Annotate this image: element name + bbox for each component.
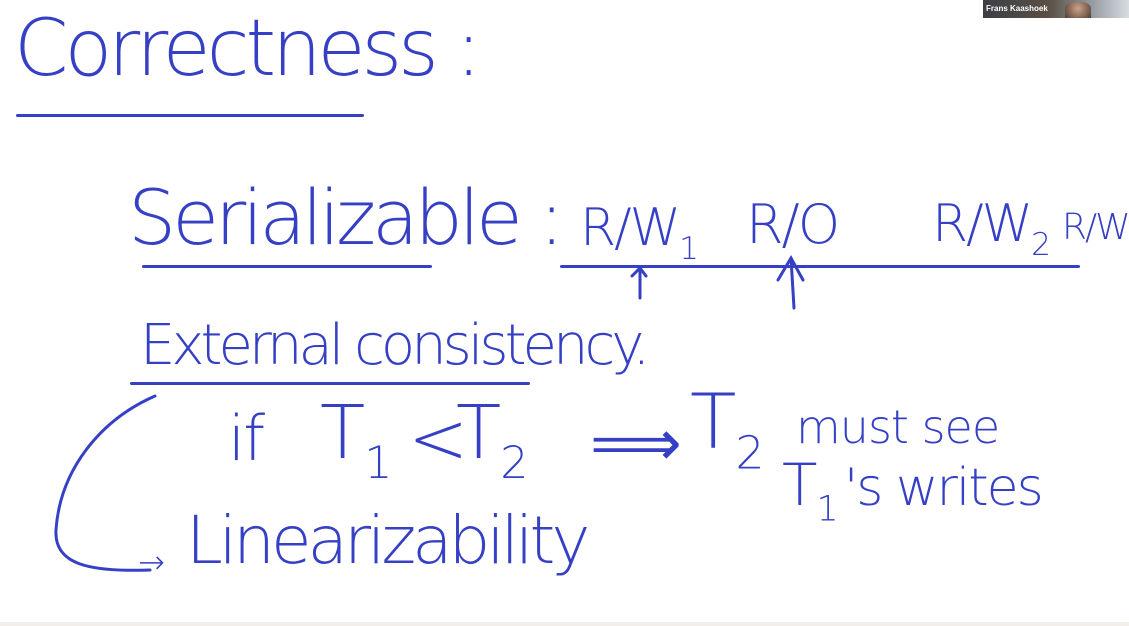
timeline-rw1-sub: 1 — [679, 231, 699, 268]
timeline-ro: R/O — [746, 193, 840, 256]
rw1-arrow-icon — [630, 265, 648, 300]
timeline-rw1-text: R/W — [580, 198, 681, 258]
participant-avatar — [1065, 2, 1091, 18]
serializable-label: Serializable : — [128, 173, 565, 262]
external-consistency-label: External consistency. — [140, 313, 650, 378]
bottom-strip — [0, 622, 1129, 626]
serializable-underline — [142, 265, 432, 268]
rule-t2-sub: 2 — [500, 437, 528, 489]
title-underline — [16, 114, 364, 117]
linearizability-label: Linearizability — [186, 502, 590, 579]
participant-video-thumbnail[interactable]: Frans Kaashoek — [983, 0, 1129, 18]
whiteboard-canvas: Correctness : Serializable : R/W1 R/O R/… — [0, 0, 1129, 626]
rule-t2: T2 — [456, 396, 528, 489]
timeline-rw2-sub: 2 — [1031, 227, 1051, 264]
rule-t1: T1 — [320, 396, 392, 489]
rule-t1b-sub: 1 — [816, 489, 838, 530]
title-correctness: Correctness : — [14, 4, 482, 94]
rule-t1-sub: 1 — [364, 437, 392, 489]
rule-t2b: T2 — [690, 384, 764, 476]
linearizability-arrow: → — [138, 543, 165, 581]
rule-t1-text: T — [320, 390, 365, 476]
rule-t2b-text: T — [690, 377, 736, 466]
rule-if: if — [228, 402, 265, 475]
rule-t2-text: T — [456, 390, 501, 476]
timeline-rw1: R/W1 — [580, 202, 699, 268]
rule-writes: 's writes — [844, 458, 1044, 518]
external-consistency-underline — [130, 382, 530, 385]
timeline-rw2-text: R/W — [932, 194, 1033, 254]
rule-implies: ⟹ — [590, 407, 682, 481]
timeline-rw2: R/W2 — [932, 198, 1051, 264]
rule-t2b-sub: 2 — [735, 426, 764, 480]
participant-name: Frans Kaashoek — [986, 4, 1048, 13]
rule-t1b: T1 — [782, 456, 839, 530]
rule-must-see: must see — [796, 400, 1000, 454]
timeline-rw-cut: R/W — [1062, 207, 1129, 248]
rule-t1b-text: T — [782, 451, 817, 519]
timeline-axis — [560, 265, 1080, 268]
